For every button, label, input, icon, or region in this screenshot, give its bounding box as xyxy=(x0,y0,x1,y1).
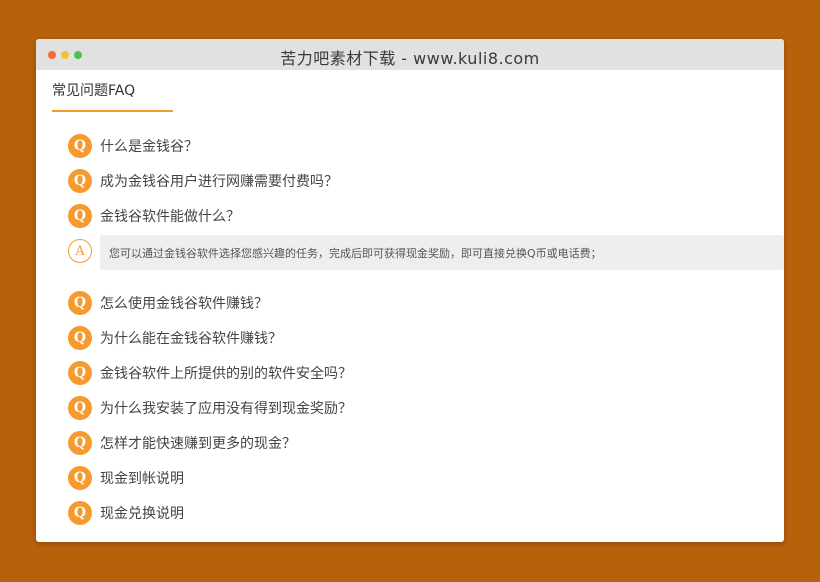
faq-question-item[interactable]: Q 金钱谷软件能做什么？ xyxy=(68,198,784,233)
answer-box: 您可以通过金钱谷软件选择您感兴趣的任务，完成后即可获得现金奖励，即可直接兑换Q币… xyxy=(100,235,784,270)
faq-question-item[interactable]: Q 金钱谷软件上所提供的别的软件安全吗？ xyxy=(68,355,784,390)
section-title: 常见问题FAQ xyxy=(52,83,136,99)
answer-text: 您可以通过金钱谷软件选择您感兴趣的任务，完成后即可获得现金奖励，即可直接兑换Q币… xyxy=(109,246,602,260)
faq-question-text[interactable]: 成为金钱谷用户进行网赚需要付费吗？ xyxy=(100,171,338,191)
window-titlebar: 苦力吧素材下载 - www.kuli8.com xyxy=(36,39,784,70)
question-icon: Q xyxy=(68,430,92,455)
question-icon: Q xyxy=(68,290,92,315)
faq-question-text[interactable]: 现金到帐说明 xyxy=(100,468,184,488)
question-icon: Q xyxy=(68,203,92,228)
faq-question-item[interactable]: Q 为什么我安装了应用没有得到现金奖励？ xyxy=(68,390,784,425)
faq-question-text[interactable]: 金钱谷软件上所提供的别的软件安全吗？ xyxy=(100,363,352,383)
browser-window: 苦力吧素材下载 - www.kuli8.com 常见问题FAQ Q 什么是金钱谷？… xyxy=(36,39,784,542)
faq-question-text[interactable]: 怎样才能快速赚到更多的现金？ xyxy=(100,433,296,453)
faq-question-text[interactable]: 为什么能在金钱谷软件赚钱？ xyxy=(100,328,282,348)
question-icon: Q xyxy=(68,133,92,158)
faq-question-item[interactable]: Q 什么是金钱谷？ xyxy=(68,128,784,163)
answer-icon: A xyxy=(68,239,92,263)
faq-question-text[interactable]: 为什么我安装了应用没有得到现金奖励？ xyxy=(100,398,352,418)
faq-question-item[interactable]: Q 现金到帐说明 xyxy=(68,460,784,495)
question-icon: Q xyxy=(68,465,92,490)
question-icon: Q xyxy=(68,500,92,525)
window-title: 苦力吧素材下载 - www.kuli8.com xyxy=(280,49,540,68)
faq-question-item[interactable]: Q 现金兑换说明 xyxy=(68,495,784,530)
faq-list: Q 什么是金钱谷？ Q 成为金钱谷用户进行网赚需要付费吗？ Q 金钱谷软件能做什么？ A … xyxy=(68,128,784,530)
faq-question-item[interactable]: Q 为什么能在金钱谷软件赚钱？ xyxy=(68,320,784,355)
faq-question-text[interactable]: 现金兑换说明 xyxy=(100,503,184,523)
faq-question-item[interactable]: Q 怎样才能快速赚到更多的现金？ xyxy=(68,425,784,460)
faq-answer: A 您可以通过金钱谷软件选择您感兴趣的任务，完成后即可获得现金奖励，即可直接兑换… xyxy=(68,235,784,284)
question-icon: Q xyxy=(68,360,92,385)
faq-question-text[interactable]: 怎么使用金钱谷软件赚钱？ xyxy=(100,293,268,313)
faq-question-item[interactable]: Q 怎么使用金钱谷软件赚钱？ xyxy=(68,285,784,320)
section-title-underline xyxy=(52,110,173,112)
faq-question-text[interactable]: 金钱谷软件能做什么？ xyxy=(100,206,240,226)
question-icon: Q xyxy=(68,395,92,420)
question-icon: Q xyxy=(68,168,92,193)
question-icon: Q xyxy=(68,325,92,350)
faq-question-item[interactable]: Q 成为金钱谷用户进行网赚需要付费吗？ xyxy=(68,163,784,198)
faq-question-text[interactable]: 什么是金钱谷？ xyxy=(100,136,198,156)
